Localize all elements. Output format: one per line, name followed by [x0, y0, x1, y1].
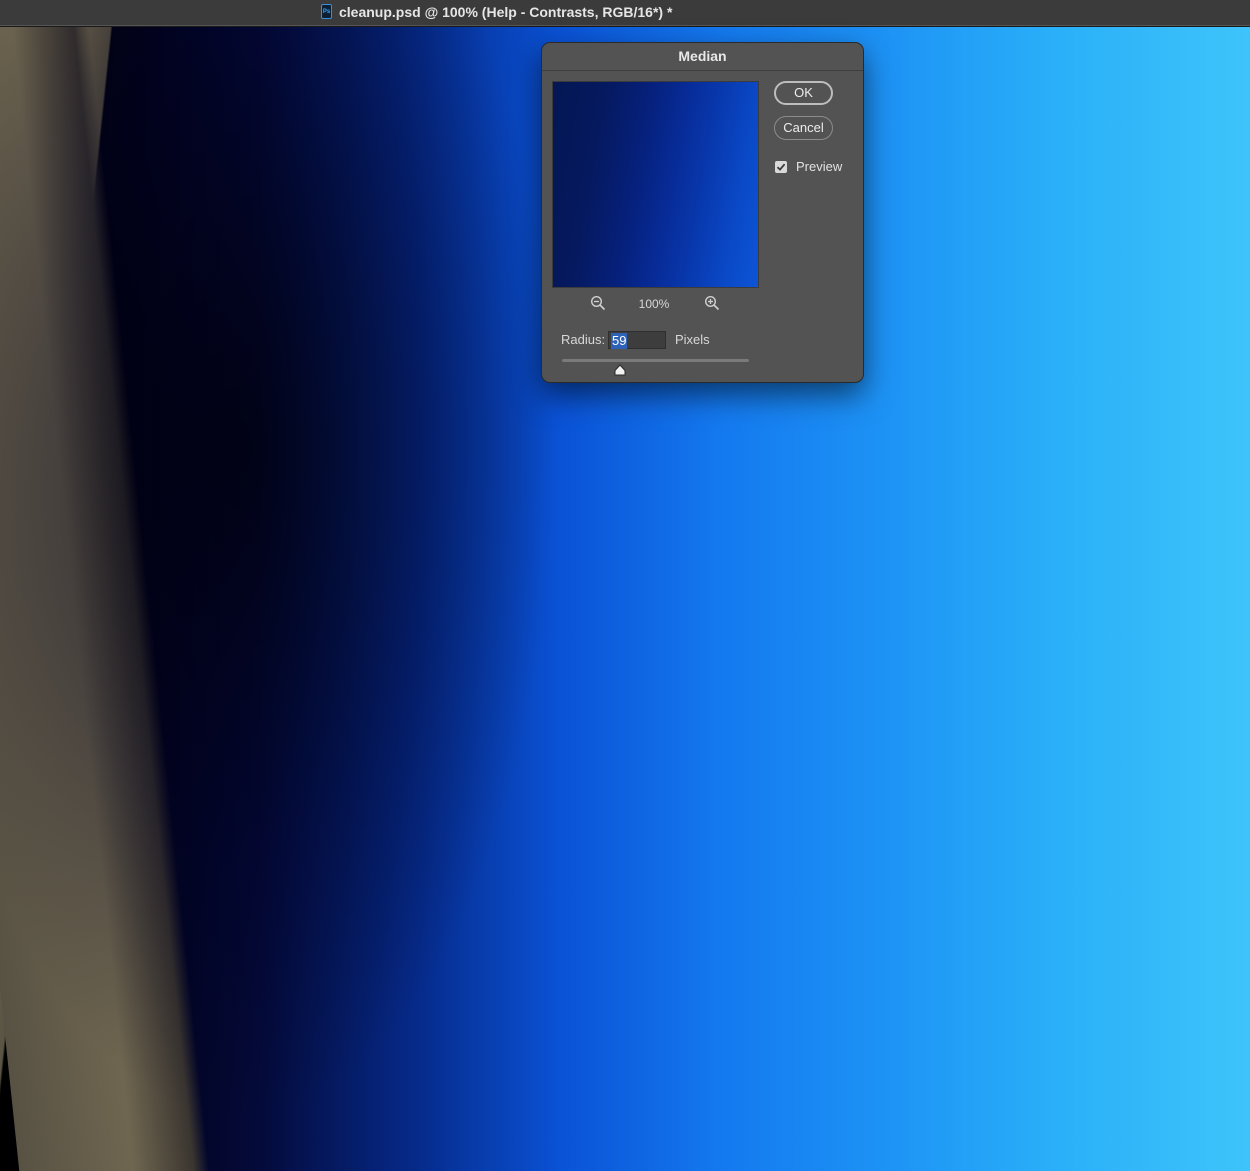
checkmark-icon — [776, 163, 786, 171]
cancel-button[interactable]: Cancel — [774, 116, 833, 140]
radius-slider-track[interactable] — [562, 359, 749, 362]
radius-unit-label: Pixels — [675, 332, 710, 347]
radius-value[interactable]: 59 — [611, 333, 628, 349]
filter-preview-thumbnail[interactable] — [552, 81, 759, 288]
radius-input[interactable]: 59 — [608, 331, 666, 349]
preview-label[interactable]: Preview — [796, 159, 842, 174]
radius-label: Radius: — [561, 332, 606, 347]
preview-checkbox[interactable] — [775, 161, 787, 173]
window-titlebar: Ps cleanup.psd @ 100% (Help - Contrasts,… — [0, 0, 1250, 26]
median-dialog: Median 100% OK Cancel Preview Radius: 59… — [541, 42, 864, 383]
radius-slider-thumb[interactable] — [614, 363, 626, 376]
zoom-level: 100% — [638, 297, 670, 311]
dialog-title: Median — [542, 43, 863, 71]
zoom-in-icon[interactable] — [704, 295, 720, 311]
document-title: cleanup.psd @ 100% (Help - Contrasts, RG… — [339, 4, 673, 20]
photoshop-icon: Ps — [321, 4, 332, 19]
zoom-out-icon[interactable] — [590, 295, 606, 311]
ok-button[interactable]: OK — [774, 81, 833, 105]
